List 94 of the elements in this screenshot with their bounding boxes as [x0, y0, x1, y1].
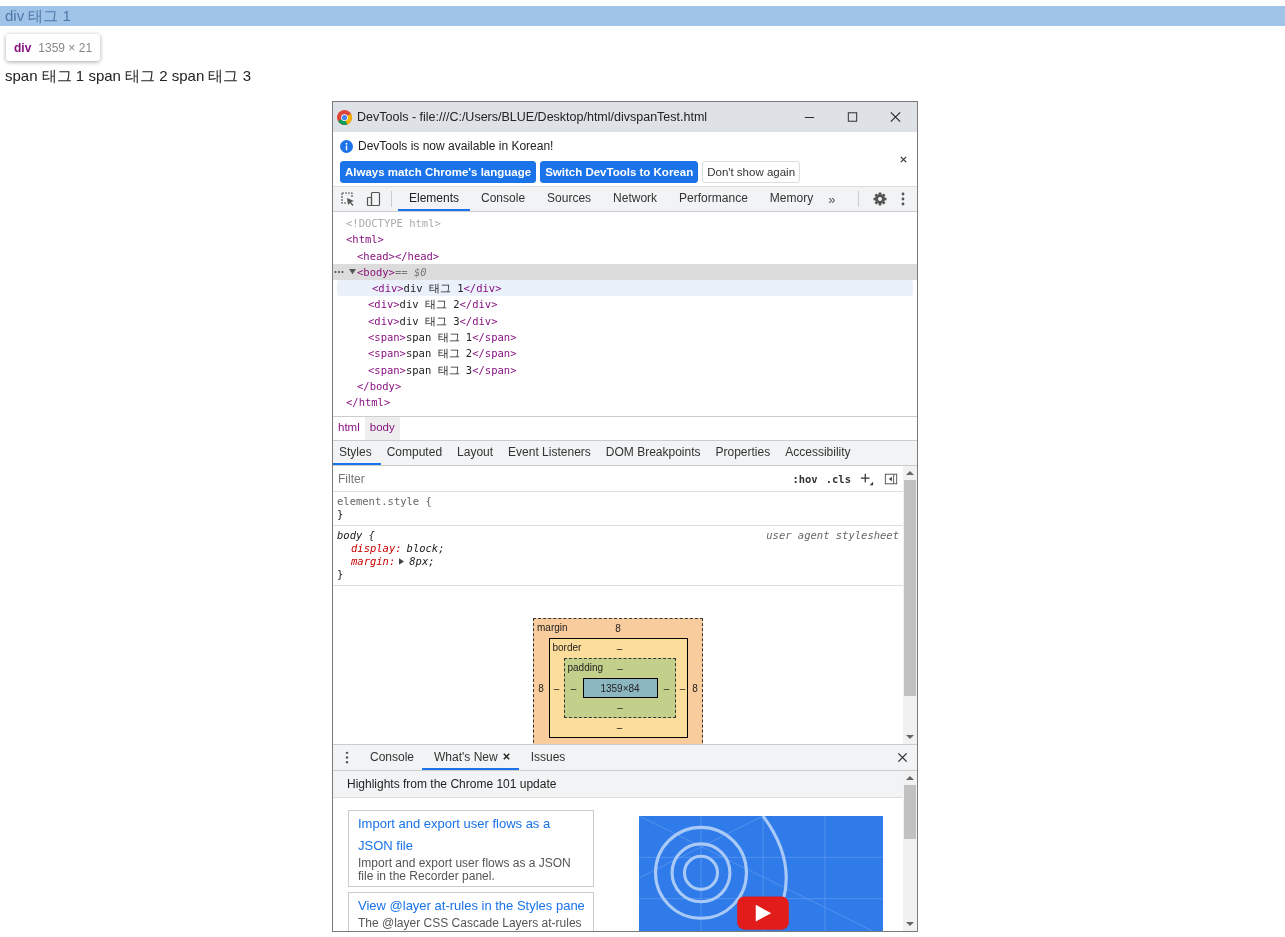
box-label: padding — [567, 662, 604, 673]
content-box: 1359×84 — [582, 678, 658, 698]
panel-tab[interactable]: Console — [470, 187, 537, 211]
scroll-down-icon[interactable] — [906, 734, 914, 740]
expand-triangle-icon[interactable] — [349, 267, 356, 275]
info-message: DevTools is now available in Korean! — [358, 139, 554, 153]
drawer-menu-icon[interactable] — [345, 751, 349, 764]
sidebar-toggle-icon[interactable] — [884, 472, 898, 486]
dom-node-text: </body> — [357, 379, 402, 392]
action-button[interactable]: Always match Chrome's language — [340, 161, 537, 183]
property-value: block; — [406, 542, 445, 555]
panel-tab[interactable]: Memory — [758, 187, 825, 211]
dom-node-text: <div>div 태그 2</div> — [368, 298, 498, 311]
box-value: – — [617, 702, 623, 713]
expand-triangle-icon[interactable] — [399, 558, 405, 565]
card-title-link[interactable]: Import and export user flows as a JSON file — [358, 813, 558, 857]
browser-logo-icon — [337, 109, 352, 125]
sidebar-tab[interactable]: Layout — [451, 441, 503, 465]
more-tabs-icon[interactable]: » — [828, 191, 836, 207]
scroll-up-icon[interactable] — [906, 470, 914, 476]
box-value: – — [617, 663, 623, 674]
settings-icon[interactable] — [872, 191, 888, 207]
drawer-header: Highlights from the Chrome 101 update — [333, 771, 903, 798]
action-button[interactable]: Switch DevTools to Korean — [540, 161, 699, 183]
property-name: display: — [351, 542, 402, 555]
drawer-tab[interactable]: Issues — [518, 745, 574, 770]
dom-row-highlight[interactable]: <body>== $0 — [333, 263, 917, 281]
window-title: DevTools - file:///C:/Users/BLUE/Desktop/html/divspanTest.html — [357, 110, 709, 124]
inline-text: span 태그 2 — [88, 67, 168, 84]
sidebar-tab[interactable]: Accessibility — [779, 441, 860, 465]
tab-close-icon[interactable] — [501, 752, 511, 761]
property-value: 8px; — [409, 555, 435, 568]
dom-node-text: <span>span 태그 3</span> — [368, 363, 517, 376]
breadcrumb[interactable]: html — [333, 417, 365, 440]
scrollbar[interactable] — [903, 771, 917, 931]
property-name: margin: — [351, 555, 396, 568]
sidebar-tab[interactable]: Event Listeners — [502, 441, 600, 465]
box-value: – — [616, 643, 623, 654]
dom-node-text: <!DOCTYPE html> — [346, 217, 441, 229]
dom-node-text: <span>span 태그 1</span> — [368, 331, 517, 344]
feature-card[interactable]: View @layer at-rules in the Styles pane The @layer CSS Cascade Layers at-rules — [348, 892, 594, 931]
dom-node-text: <body>== $0 — [357, 265, 427, 278]
dom-node-text: <head></head> — [357, 249, 440, 262]
panel-tab[interactable]: Network — [602, 187, 669, 211]
feature-card[interactable]: Import and export user flows as a JSON file Import and export user flows as a JSON file in the Recorder panel. — [348, 810, 594, 887]
box-value: – — [570, 682, 577, 694]
rule-selector: element.style { — [337, 495, 432, 508]
dismiss-button[interactable]: Don't show again — [702, 161, 801, 183]
filter-toggle[interactable]: .cls — [821, 473, 855, 485]
sidebar-tab[interactable]: Styles — [333, 441, 381, 465]
box-value: – — [616, 722, 623, 733]
box-value: – — [663, 682, 670, 694]
close-icon[interactable] — [899, 154, 908, 164]
info-icon — [340, 139, 353, 153]
add-rule-icon[interactable] — [860, 472, 874, 486]
inspect-icon[interactable] — [340, 191, 356, 207]
scrollbar[interactable] — [903, 466, 917, 744]
box-value: 8 — [538, 682, 544, 694]
box-value: 8 — [615, 623, 621, 634]
box-value: – — [553, 682, 560, 694]
inline-text: span 태그 3 — [171, 67, 251, 84]
box-label: margin — [537, 622, 568, 633]
dom-node-text: <div>div 태그 1</div> — [372, 282, 502, 295]
scroll-down-icon[interactable] — [906, 921, 914, 927]
card-description: The @layer CSS Cascade Layers at-rules — [358, 917, 583, 930]
drawer-tab[interactable]: Console — [358, 745, 423, 770]
sidebar-tab[interactable]: Properties — [709, 441, 780, 465]
rule-brace: } — [337, 568, 345, 581]
rule-selector: body { — [337, 529, 375, 542]
rule-brace: } — [337, 508, 345, 521]
rule-source: user agent stylesheet — [766, 529, 899, 542]
panel-tab[interactable]: Elements — [398, 187, 471, 211]
card-title-link[interactable]: View @layer at-rules in the Styles pane — [358, 895, 585, 917]
close-icon[interactable] — [897, 752, 908, 763]
dom-row-highlight[interactable]: <div>div 태그 1</div> — [337, 280, 913, 297]
panel-tab[interactable]: Sources — [536, 187, 603, 211]
filter-toggle[interactable]: :hov — [788, 473, 822, 485]
inline-text: span 태그 1 — [5, 67, 85, 84]
device-icon[interactable] — [366, 191, 382, 207]
breadcrumb[interactable]: body — [364, 417, 400, 440]
box-value: 8 — [692, 682, 698, 694]
dom-node-text: </html> — [346, 396, 391, 409]
box-value: – — [679, 682, 686, 694]
sidebar-tab[interactable]: DOM Breakpoints — [599, 441, 710, 465]
tooltip-size: 1359 × 21 — [38, 40, 93, 55]
card-description: Import and export user flows as a JSON file in the Recorder panel. — [358, 857, 572, 883]
panel-tab[interactable]: Performance — [668, 187, 759, 211]
box-label: border — [552, 642, 582, 653]
dom-node-text: <div>div 태그 3</div> — [368, 314, 498, 327]
scroll-up-icon[interactable] — [906, 775, 914, 781]
sidebar-tab[interactable]: Computed — [380, 441, 452, 465]
dom-node-text: <span>span 태그 2</span> — [368, 347, 517, 360]
tooltip-tag: div — [14, 40, 32, 55]
dom-node-text: <html> — [346, 233, 384, 246]
